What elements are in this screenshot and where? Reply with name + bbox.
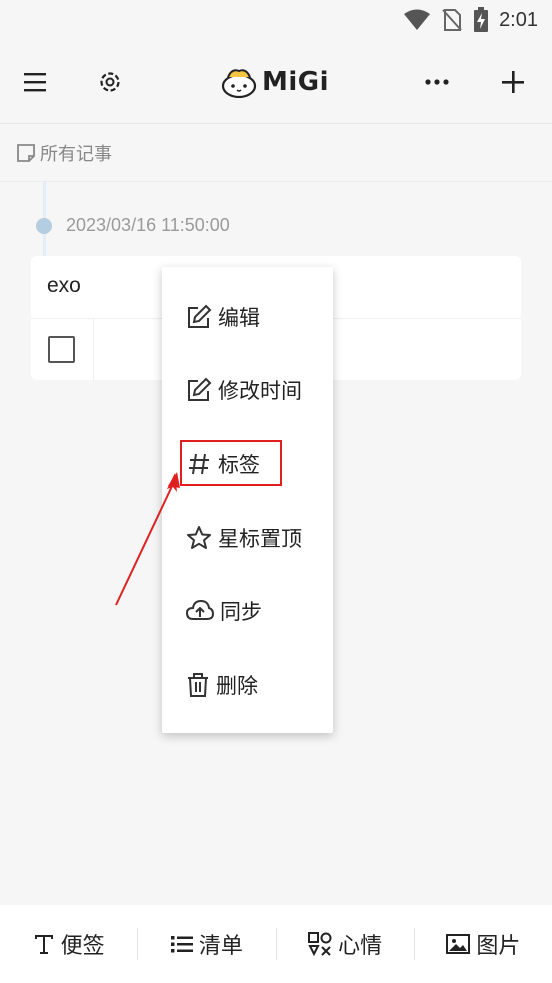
battery-charging-icon [474,7,489,32]
trash-icon [188,673,208,697]
menu-item-edit-time[interactable]: 修改时间 [162,363,333,417]
breadcrumb-label: 所有记事 [40,143,112,165]
toolbar-note-button[interactable]: 便签 [0,905,137,983]
wifi-icon [404,9,431,30]
image-icon [446,934,471,954]
edit-time-icon [188,377,212,401]
menu-icon[interactable] [16,62,56,102]
toolbar-mood-button[interactable]: 心情 [277,905,414,983]
divider [93,318,94,380]
breadcrumb[interactable]: 所有记事 [0,124,552,182]
mood-icon [308,932,332,956]
toolbar-list-button[interactable]: 清单 [138,905,275,983]
menu-item-edit[interactable]: 编辑 [162,290,333,344]
cat-logo-icon [221,69,257,98]
more-icon[interactable] [417,62,457,102]
menu-item-label: 修改时间 [218,379,302,403]
context-menu: 编辑 修改时间 标签 星标置顶 同步 删除 [162,267,333,733]
note-timestamp: 2023/03/16 11:50:00 [66,215,230,235]
menu-item-label: 同步 [220,600,262,624]
status-time: 2:01 [499,8,538,31]
menu-item-delete[interactable]: 删除 [162,658,333,712]
cloud-upload-icon [186,599,214,620]
toolbar-label: 图片 [476,934,521,959]
note-icon [17,143,35,162]
add-icon[interactable] [493,62,533,102]
highlight-box [180,440,282,486]
status-bar: 2:01 [0,0,552,40]
edit-icon [188,304,212,328]
star-icon [187,526,211,549]
toolbar-label: 清单 [198,934,243,959]
toolbar-label: 心情 [338,934,383,959]
list-icon [170,936,193,953]
no-sim-icon [442,9,462,31]
app-logo: MiGi [220,62,329,102]
timeline-dot [36,218,52,234]
toolbar-image-button[interactable]: 图片 [415,905,552,983]
app-bar: MiGi [0,40,552,124]
checklist-checkbox[interactable] [48,336,75,363]
menu-item-label: 编辑 [218,306,260,330]
menu-item-label: 删除 [216,674,258,698]
menu-item-star-pin[interactable]: 星标置顶 [162,511,333,565]
bottom-toolbar: 便签 清单 心情 图片 [0,905,552,983]
toolbar-label: 便签 [60,934,105,959]
menu-item-label: 星标置顶 [218,527,302,551]
settings-icon[interactable] [90,62,130,102]
text-icon [34,935,53,954]
app-logo-text: MiGi [262,67,330,97]
menu-item-sync[interactable]: 同步 [162,584,333,638]
note-title: exo [47,274,81,297]
